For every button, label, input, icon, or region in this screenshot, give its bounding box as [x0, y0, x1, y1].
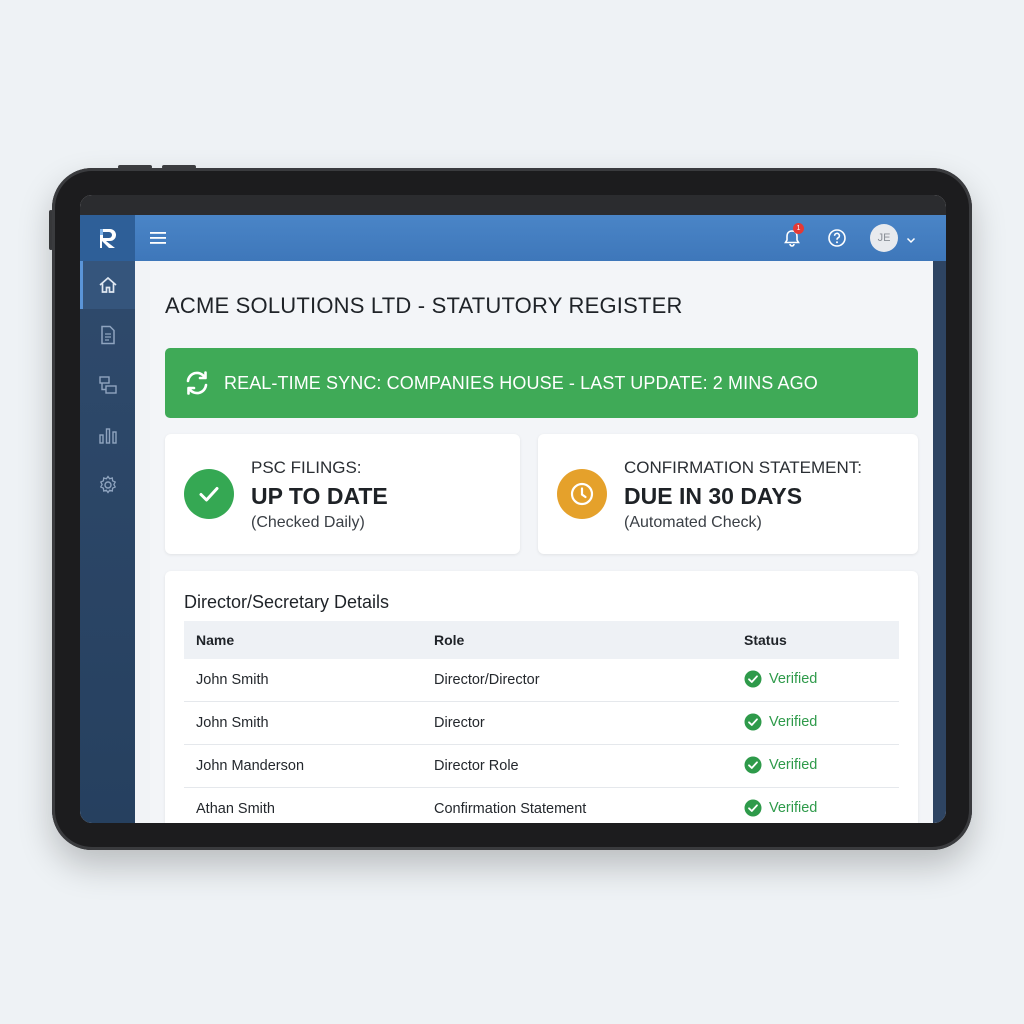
gear-icon	[99, 475, 116, 494]
check-circle-icon	[744, 670, 762, 688]
main-content: ACME SOLUTIONS LTD - STATUTORY REGISTER …	[150, 261, 936, 823]
sidebar-item-settings[interactable]	[80, 461, 135, 509]
notifications-button[interactable]: 1	[780, 223, 804, 250]
column-header-role[interactable]: Role	[434, 632, 464, 648]
table-title: Director/Secretary Details	[184, 592, 390, 612]
sync-status-banner: REAL-TIME SYNC: COMPANIES HOUSE - LAST U…	[165, 348, 918, 418]
director-table: Name Role Status John Smith Director/Dir…	[184, 621, 899, 823]
bar-chart-icon	[98, 428, 117, 444]
status-text: Verified	[769, 800, 818, 816]
app-logo[interactable]	[80, 215, 135, 261]
clock-icon	[570, 482, 594, 506]
column-header-name[interactable]: Name	[196, 632, 234, 648]
registers-icon	[98, 376, 117, 394]
card-value: UP TO DATE	[251, 483, 388, 509]
cell-name: John Manderson	[196, 758, 305, 774]
table-header: Name Role Status	[184, 621, 899, 659]
card-note: (Automated Check)	[624, 514, 762, 531]
sidebar-item-documents[interactable]	[80, 311, 135, 359]
help-button[interactable]	[825, 226, 849, 250]
sync-icon	[186, 371, 208, 395]
help-icon	[828, 229, 846, 247]
document-icon	[100, 325, 115, 345]
cell-role: Director Role	[434, 758, 519, 774]
director-details-panel: Director/Secretary Details Name Role Sta…	[165, 571, 918, 823]
home-icon	[98, 276, 117, 293]
card-note: (Checked Daily)	[251, 514, 365, 531]
chevron-down-icon	[906, 237, 916, 244]
check-icon	[199, 487, 219, 502]
table-row[interactable]: John Smith Director Verified	[184, 702, 899, 745]
status-text: Verified	[769, 671, 818, 687]
table-row[interactable]: John Manderson Director Role Verified	[184, 745, 899, 788]
cell-status: Verified	[744, 799, 817, 817]
logo-icon	[99, 229, 116, 248]
cell-status: Verified	[744, 670, 817, 688]
right-edge-strip	[933, 261, 946, 823]
cell-name: Athan Smith	[196, 801, 275, 817]
notification-badge: 1	[793, 223, 804, 234]
sidebar-item-home[interactable]	[80, 261, 135, 309]
sidebar	[80, 261, 135, 823]
cell-name: John Smith	[196, 672, 269, 688]
check-circle-icon	[744, 756, 762, 774]
card-value: DUE IN 30 DAYS	[624, 483, 803, 509]
check-circle-icon	[744, 799, 762, 817]
cell-status: Verified	[744, 756, 817, 774]
cell-role: Director	[434, 715, 485, 731]
table-row[interactable]: John Smith Director/Director Verified	[184, 659, 899, 702]
column-header-status[interactable]: Status	[744, 632, 787, 648]
status-warning-badge	[557, 469, 607, 519]
menu-icon	[150, 232, 166, 244]
cell-role: Director/Director	[434, 672, 540, 688]
menu-button[interactable]	[148, 228, 168, 248]
page-title: ACME SOLUTIONS LTD - STATUTORY REGISTER	[165, 293, 683, 318]
card-label: CONFIRMATION STATEMENT:	[624, 458, 862, 477]
check-circle-icon	[744, 713, 762, 731]
user-avatar[interactable]: JE	[870, 224, 898, 252]
cell-status: Verified	[744, 713, 817, 731]
top-bar: 1 JE	[80, 215, 946, 261]
sync-status-text: REAL-TIME SYNC: COMPANIES HOUSE - LAST U…	[224, 372, 818, 393]
status-ok-badge	[184, 469, 234, 519]
status-text: Verified	[769, 714, 818, 730]
cell-name: John Smith	[196, 715, 269, 731]
psc-filings-card[interactable]: PSC FILINGS: UP TO DATE (Checked Daily)	[165, 434, 520, 554]
status-text: Verified	[769, 757, 818, 773]
sidebar-item-reports[interactable]	[80, 411, 135, 459]
account-menu-toggle[interactable]	[906, 232, 916, 250]
sidebar-item-registers[interactable]	[80, 361, 135, 409]
table-row[interactable]: Athan Smith Confirmation Statement Verif…	[184, 788, 899, 823]
tablet-screen: 1 JE ACME SOLUTIONS LTD - STATUTORY REGI…	[80, 195, 946, 823]
cell-role: Confirmation Statement	[434, 801, 587, 817]
card-label: PSC FILINGS:	[251, 458, 362, 477]
confirmation-statement-card[interactable]: CONFIRMATION STATEMENT: DUE IN 30 DAYS (…	[538, 434, 918, 554]
screen-bezel-top	[80, 195, 946, 215]
